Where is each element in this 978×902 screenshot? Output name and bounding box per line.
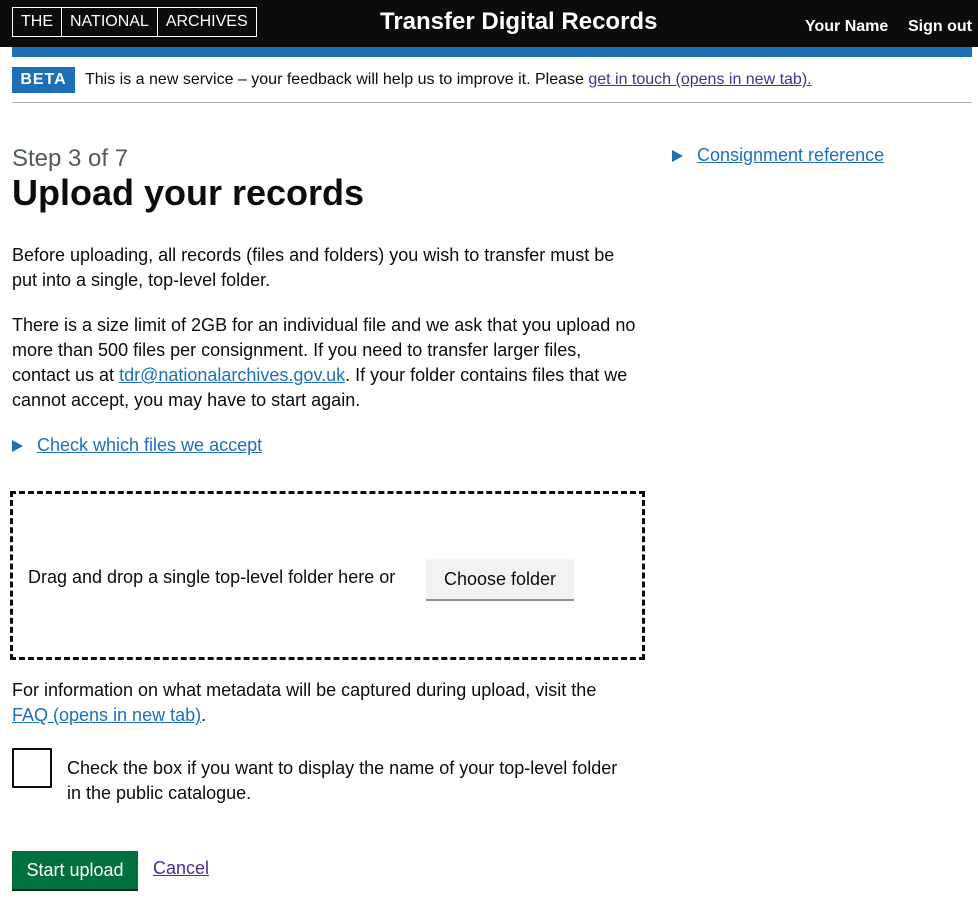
folder-dropzone[interactable]: Drag and drop a single top-level folder … [10, 491, 645, 660]
site-header: THE NATIONAL ARCHIVES Transfer Digital R… [0, 0, 978, 47]
metadata-paragraph: For information on what metadata will be… [12, 678, 637, 728]
national-archives-logo[interactable]: THE NATIONAL ARCHIVES [12, 7, 257, 37]
display-folder-name-label[interactable]: Check the box if you want to display the… [67, 756, 627, 806]
logo-part-the: THE [21, 13, 53, 30]
start-upload-button[interactable]: Start upload [12, 851, 138, 889]
consignment-reference-details[interactable]: Consignment reference [672, 143, 884, 168]
page-title: Upload your records [12, 172, 365, 213]
logo-part-archives: ARCHIVES [156, 8, 256, 36]
feedback-link[interactable]: get in touch (opens in new tab). [588, 71, 811, 88]
service-name-link[interactable]: Transfer Digital Records [380, 8, 657, 36]
phase-banner-message: This is a new service – your feedback wi… [85, 71, 589, 88]
cancel-link[interactable]: Cancel [153, 858, 209, 879]
user-name: Your Name [805, 18, 889, 35]
header-accent-bar [12, 47, 972, 57]
intro-paragraph: Before uploading, all records (files and… [12, 245, 615, 290]
consignment-reference-summary[interactable]: Consignment reference [697, 143, 884, 168]
expand-triangle-icon [12, 439, 23, 452]
faq-link[interactable]: FAQ (opens in new tab) [12, 705, 201, 725]
logo-part-national: NATIONAL [61, 8, 157, 36]
choose-folder-button[interactable]: Choose folder [426, 559, 574, 599]
sign-out-link[interactable]: Sign out [908, 18, 972, 36]
dropzone-text: Drag and drop a single top-level folder … [28, 567, 396, 587]
metadata-text: For information on what metadata will be… [12, 680, 597, 700]
metadata-text-end: . [201, 705, 207, 725]
step-caption: Step 3 of 7 [12, 145, 129, 172]
check-files-details[interactable]: Check which files we accept [12, 433, 262, 458]
check-files-summary[interactable]: Check which files we accept [37, 433, 262, 458]
email-link[interactable]: tdr@nationalarchives.gov.uk [119, 365, 345, 385]
beta-tag: BETA [12, 67, 75, 93]
phase-banner: BETA This is a new service – your feedba… [12, 67, 972, 103]
display-folder-name-checkbox[interactable] [12, 748, 52, 788]
size-limit-paragraph: There is a size limit of 2GB for an indi… [12, 313, 637, 413]
phase-banner-text: This is a new service – your feedback wi… [85, 71, 812, 89]
expand-triangle-icon [672, 149, 683, 162]
